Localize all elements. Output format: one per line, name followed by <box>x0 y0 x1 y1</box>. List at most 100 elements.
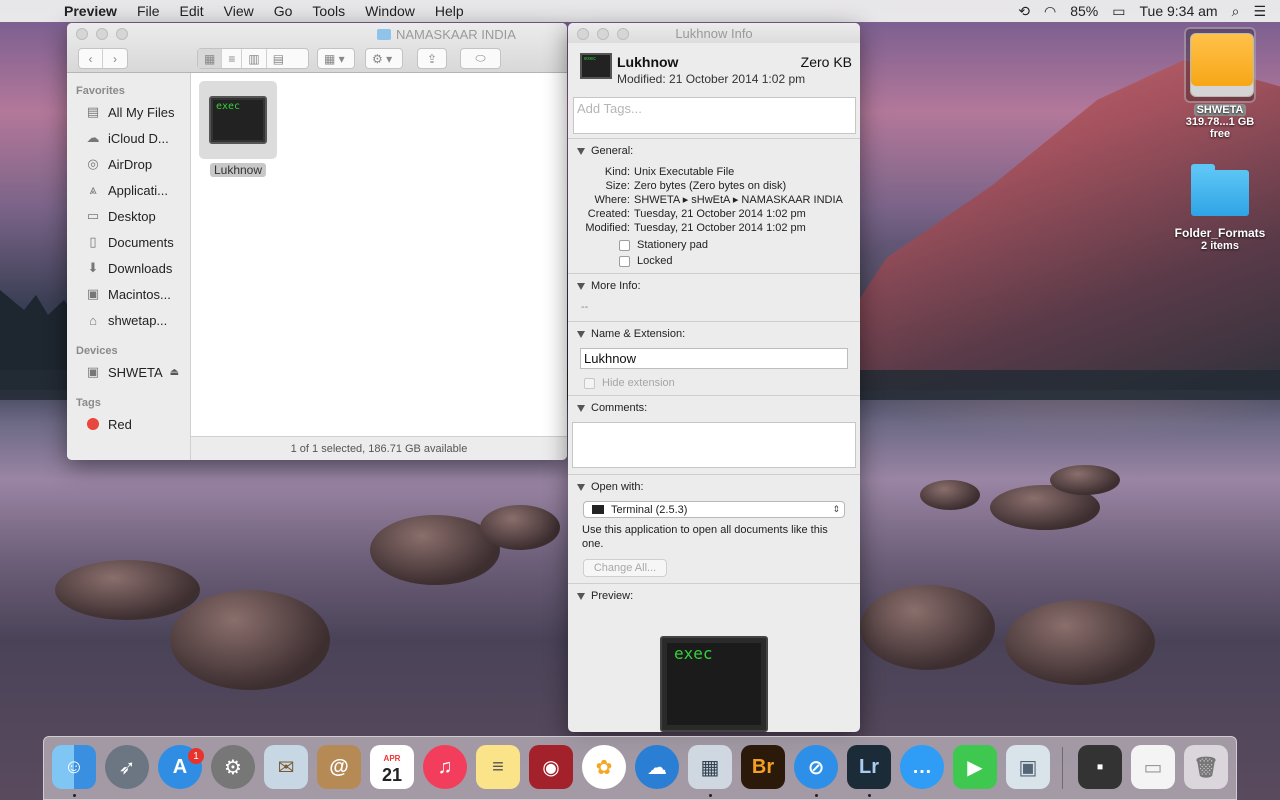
launchpad-dock-icon[interactable]: ➶ <box>105 745 149 789</box>
forward-button[interactable]: › <box>103 49 127 68</box>
drive-label[interactable]: SHWETA <box>1193 104 1247 116</box>
mail-stamp-dock-icon[interactable]: ✉ <box>264 745 308 789</box>
system-preferences-dock-icon[interactable]: ⚙ <box>211 745 255 789</box>
menu-app-name[interactable]: Preview <box>54 3 127 19</box>
folder-label[interactable]: Folder_Formats <box>1165 226 1275 240</box>
messages-dock-icon[interactable]: … <box>900 745 944 789</box>
sidebar-item-desktop[interactable]: ▭ Desktop <box>67 203 190 229</box>
menu-window[interactable]: Window <box>355 3 425 19</box>
finder-titlebar[interactable]: NAMASKAAR INDIA ‹ › ▦ ≡ ▥ ▤ ▦ ▾ ⚙ ▾ ⇪ ⬭ <box>67 23 567 73</box>
minimize-button[interactable] <box>96 28 108 40</box>
eject-icon[interactable]: ⏏ <box>170 367 179 378</box>
file-name[interactable]: Lukhnow <box>209 163 267 177</box>
app-store-dock-icon[interactable]: A1 <box>158 745 204 789</box>
hide-extension-checkbox[interactable]: Hide extension <box>584 377 860 389</box>
menu-edit[interactable]: Edit <box>170 3 214 19</box>
safari-dock-icon[interactable]: ⊘ <box>794 745 838 789</box>
close-button[interactable] <box>76 28 88 40</box>
icon-view-button[interactable]: ▦ <box>198 49 223 68</box>
section-comments-toggle[interactable]: Comments: <box>568 402 860 414</box>
checkbox-box[interactable] <box>619 239 630 251</box>
sidebar-item-icloud-drive[interactable]: ☁ iCloud D... <box>67 125 190 151</box>
calendar-dock-icon[interactable]: APR 21 <box>370 745 414 789</box>
file-item-lukhnow[interactable]: exec Lukhnow <box>199 81 277 177</box>
desktop-drive-shweta[interactable]: SHWETA 319.78...1 GB free <box>1175 27 1265 140</box>
info-titlebar[interactable]: Lukhnow Info <box>568 23 860 43</box>
sidebar-item-downloads[interactable]: ⬇ Downloads <box>67 255 190 281</box>
facetime-dock-icon[interactable]: ▶ <box>953 745 997 789</box>
desktop-folder-formats[interactable]: Folder_Formats 2 items <box>1165 164 1275 252</box>
menu-go[interactable]: Go <box>264 3 303 19</box>
name-field[interactable]: Lukhnow <box>580 348 848 369</box>
dock-separator <box>1062 747 1063 789</box>
contacts-dock-icon[interactable]: @ <box>317 745 361 789</box>
spotlight-search-icon[interactable]: ⌕ <box>1232 3 1240 20</box>
share-button[interactable]: ⇪ <box>417 48 447 69</box>
zoom-button[interactable] <box>116 28 128 40</box>
wifi-icon[interactable]: ◠ <box>1044 3 1056 20</box>
time-machine-icon[interactable]: ⟲ <box>1018 3 1030 20</box>
applications-icon: ⩓ <box>89 182 97 197</box>
image-capture-dock-icon[interactable]: ▣ <box>1006 745 1050 789</box>
tag-button[interactable]: ⬭ <box>460 48 501 69</box>
sidebar-item-label: Applicati... <box>108 182 168 198</box>
preview-dock-icon[interactable]: ▦ <box>688 745 732 789</box>
sidebar-item-label: iCloud D... <box>108 130 169 146</box>
calendar-day: 21 <box>381 765 403 785</box>
comments-field[interactable] <box>572 422 856 468</box>
finder-dock-icon[interactable]: ☺ <box>52 745 96 789</box>
sidebar-item-all-my-files[interactable]: ▤ All My Files <box>67 99 190 125</box>
section-general-toggle[interactable]: General: <box>568 145 860 157</box>
stationery-pad-checkbox[interactable]: Stationery pad <box>619 239 860 251</box>
menu-file[interactable]: File <box>127 3 170 19</box>
drive-icon-wrap[interactable] <box>1184 27 1256 103</box>
checkbox-box[interactable] <box>619 255 630 267</box>
sidebar-item-macintosh-hd[interactable]: ▣ Macintos... <box>67 281 190 307</box>
change-all-button[interactable]: Change All... <box>583 559 667 577</box>
section-open-with-toggle[interactable]: Open with: <box>568 481 860 493</box>
section-preview-toggle[interactable]: Preview: <box>568 590 860 602</box>
openoffice-dock-icon[interactable]: ☁ <box>635 745 679 789</box>
action-button[interactable]: ⚙ ▾ <box>365 48 403 69</box>
tags-field[interactable]: Add Tags... <box>573 97 856 134</box>
section-name-extension-toggle[interactable]: Name & Extension: <box>568 328 860 340</box>
photo-booth-dock-icon[interactable]: ◉ <box>529 745 573 789</box>
section-more-info: More Info: -- <box>568 273 860 321</box>
info-header: exec Lukhnow Zero KB Modified: 21 Octobe… <box>568 43 860 95</box>
open-with-select[interactable]: Terminal (2.5.3) ⇕ <box>583 501 845 518</box>
trash-dock-icon[interactable]: 🗑 <box>1184 745 1228 789</box>
notification-center-icon[interactable]: ☰ <box>1253 3 1266 20</box>
back-button[interactable]: ‹ <box>79 49 103 68</box>
rock <box>860 585 995 670</box>
itunes-dock-icon[interactable]: ♫ <box>423 745 467 789</box>
column-view-button[interactable]: ▥ <box>242 49 267 68</box>
bridge-dock-icon[interactable]: Br <box>741 745 785 789</box>
disclosure-triangle-icon <box>577 282 585 290</box>
list-view-button[interactable]: ≡ <box>222 49 243 68</box>
photos-dock-icon[interactable]: ✿ <box>582 745 626 789</box>
sidebar-item-tag-red[interactable]: Red <box>67 411 190 437</box>
battery-icon[interactable]: ▭ <box>1112 3 1125 20</box>
sidebar-item-airdrop[interactable]: ◎ AirDrop <box>67 151 190 177</box>
sidebar-item-shweta-drive[interactable]: ▣ SHWETA ⏏ <box>67 359 190 385</box>
coverflow-view-button[interactable]: ▤ <box>267 49 290 68</box>
menu-view[interactable]: View <box>214 3 264 19</box>
menu-help[interactable]: Help <box>425 3 474 19</box>
sidebar-item-documents[interactable]: ▯ Documents <box>67 229 190 255</box>
checkbox-box[interactable] <box>584 377 595 389</box>
section-heading: Name & Extension: <box>591 328 686 340</box>
sidebar-item-home[interactable]: ⌂ shwetap... <box>67 307 190 333</box>
sidebar-item-applications[interactable]: ⩓ Applicati... <box>67 177 190 203</box>
arrange-button[interactable]: ▦ ▾ <box>317 48 355 69</box>
locked-checkbox[interactable]: Locked <box>619 255 860 267</box>
clock[interactable]: Tue 9:34 am <box>1140 3 1218 19</box>
section-more-info-toggle[interactable]: More Info: <box>568 280 860 292</box>
lightroom-dock-icon[interactable]: Lr <box>847 745 891 789</box>
notes-dock-icon[interactable]: ≡ <box>476 745 520 789</box>
file-thumbnail[interactable]: exec <box>199 81 277 159</box>
sidebar-item-label: All My Files <box>108 104 175 120</box>
battery-percent[interactable]: 85% <box>1070 3 1098 19</box>
downloads-stack-dock-icon[interactable]: ▭ <box>1131 745 1175 789</box>
menu-tools[interactable]: Tools <box>302 3 355 19</box>
minimized-window-dock-icon[interactable]: ▪ <box>1078 745 1122 789</box>
